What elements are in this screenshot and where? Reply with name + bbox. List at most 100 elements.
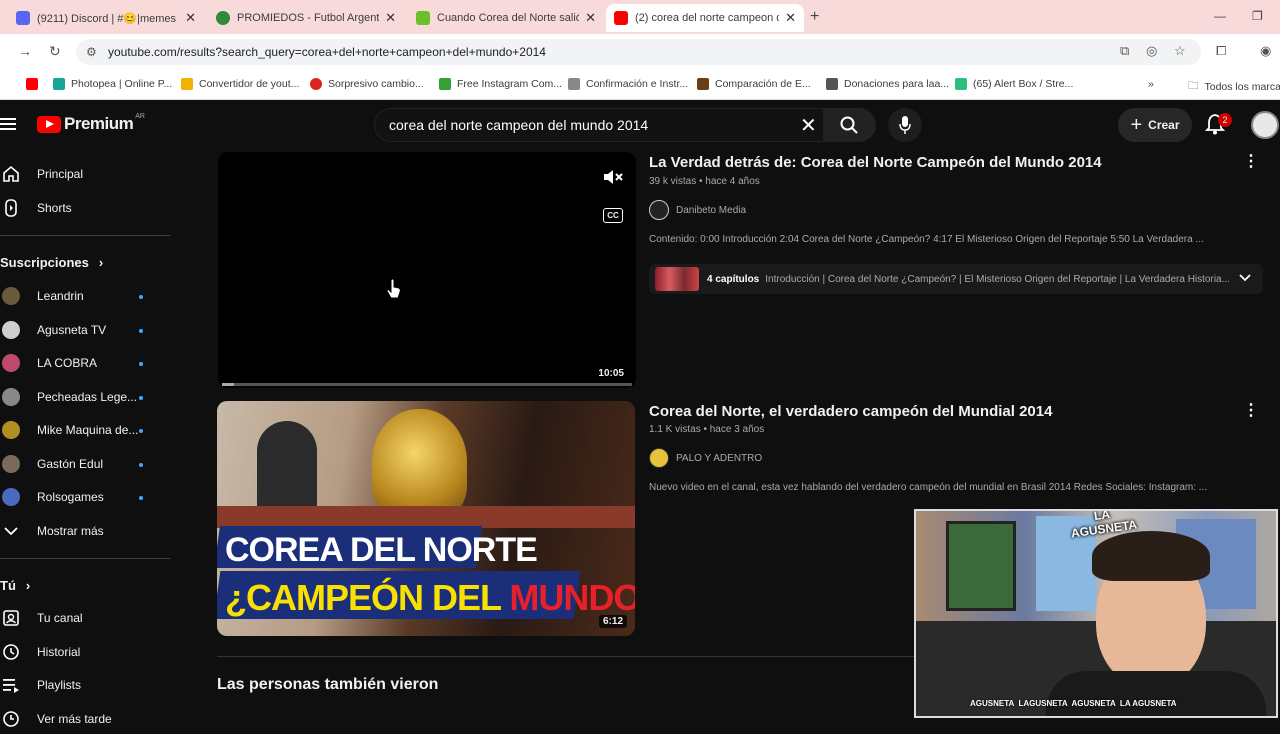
webcam-overlay: LA AGUSNETA AGUSNETA LAGUSNETA AGUSNETA …: [914, 509, 1278, 718]
sidebar-label: Principal: [37, 167, 83, 181]
reload-icon[interactable]: ↻: [49, 43, 61, 60]
clear-search-icon[interactable]: ✕: [800, 113, 817, 138]
video-description: Nuevo video en el canal, esta vez hablan…: [649, 482, 1209, 493]
new-content-dot: [139, 429, 143, 433]
sidebar-item-ver-mas-tarde[interactable]: Ver más tarde: [0, 704, 170, 734]
bookmark-convertidor[interactable]: Convertidor de yout...: [181, 78, 299, 90]
create-button[interactable]: + Crear: [1118, 108, 1192, 142]
sidebar-label: Historial: [37, 645, 80, 659]
channel-link[interactable]: PALO Y ADENTRO: [649, 448, 762, 468]
bookmark-label: Photopea | Online P...: [71, 78, 172, 90]
bookmark-label: (65) Alert Box / Stre...: [973, 78, 1073, 90]
you-label: Tú: [0, 578, 16, 593]
sidebar-sub-mike-maquina[interactable]: Mike Maquina de...: [0, 415, 170, 445]
bookmark-comparacion[interactable]: Comparación de E...: [697, 78, 811, 90]
video-description: Contenido: 0:00 Introducción 2:04 Corea …: [649, 234, 1209, 245]
channel-link[interactable]: Danibeto Media: [649, 200, 746, 220]
install-icon[interactable]: ⧉: [1120, 43, 1129, 59]
show-more-button[interactable]: Mostrar más: [0, 516, 170, 546]
youtube-logo[interactable]: Premium AR: [37, 114, 145, 134]
close-tab-icon[interactable]: ✕: [585, 10, 596, 26]
bookmark-youtube[interactable]: [26, 78, 44, 90]
minimize-icon[interactable]: —: [1214, 9, 1226, 23]
sidebar-sub-leandrin[interactable]: Leandrin: [0, 281, 170, 311]
browser-tab-promiedos[interactable]: PROMIEDOS - Futbol Argentina ✕: [208, 4, 404, 32]
bookmark-alertbox[interactable]: (65) Alert Box / Stre...: [955, 78, 1073, 90]
thumbnail-stripe: [217, 506, 635, 528]
cursor-hand-icon: [386, 279, 402, 299]
photopea-icon: [53, 78, 65, 90]
masthead: Premium AR corea del norte campeon del m…: [0, 101, 1280, 147]
tab-title: (2) corea del norte campeon de: [635, 12, 779, 24]
eye-off-icon[interactable]: ◎: [1146, 43, 1157, 59]
site-icon: [310, 78, 322, 90]
browser-tab-article[interactable]: Cuando Corea del Norte salió c ✕: [408, 4, 604, 32]
bookmark-confirmacion[interactable]: Confirmación e Instr...: [568, 78, 688, 90]
youtube-icon: [614, 11, 628, 25]
bookmark-instagram[interactable]: Free Instagram Com...: [439, 78, 562, 90]
browser-tab-strip: (9211) Discord | #😊|memes | ✕ PROMIEDOS …: [0, 0, 1280, 34]
search-input[interactable]: corea del norte campeon del mundo 2014: [374, 108, 824, 142]
sidebar-item-shorts[interactable]: Shorts: [0, 193, 170, 223]
sidebar-label: Tu canal: [37, 611, 83, 625]
search-button[interactable]: [824, 108, 876, 142]
profile-icon[interactable]: ◉: [1260, 43, 1271, 59]
browser-tab-youtube[interactable]: (2) corea del norte campeon de ✕: [606, 4, 804, 32]
account-avatar[interactable]: [1251, 111, 1279, 139]
menu-icon[interactable]: [0, 117, 16, 131]
bookmark-photopea[interactable]: Photopea | Online P...: [53, 78, 172, 90]
social-handles: AGUSNETA LAGUSNETA AGUSNETA LA AGUSNETA: [970, 699, 1177, 708]
voice-search-button[interactable]: [888, 108, 922, 142]
sidebar-label: Gastón Edul: [37, 457, 103, 471]
close-tab-icon[interactable]: ✕: [385, 10, 396, 26]
maximize-icon[interactable]: ❐: [1252, 9, 1263, 23]
sidebar-sub-gaston-edul[interactable]: Gastón Edul: [0, 449, 170, 479]
all-bookmarks-folder[interactable]: 🗀 Todos los marca: [1188, 78, 1280, 96]
video-title[interactable]: La Verdad detrás de: Corea del Norte Cam…: [649, 154, 1102, 171]
more-actions-icon[interactable]: ⋮: [1243, 151, 1259, 171]
home-icon: [0, 165, 22, 183]
thumbnail-text-yellow: ¿CAMPEÓN DEL: [225, 577, 509, 618]
sidebar-item-playlists[interactable]: Playlists: [0, 670, 170, 700]
section-divider: [217, 656, 917, 657]
captions-icon[interactable]: CC: [603, 208, 623, 223]
close-tab-icon[interactable]: ✕: [785, 10, 796, 26]
thumbnail-text-line1: COREA DEL NORTE: [225, 531, 537, 570]
sidebar-item-historial[interactable]: Historial: [0, 637, 170, 667]
sidebar-sub-agusneta-tv[interactable]: Agusneta TV: [0, 315, 170, 345]
new-tab-icon[interactable]: +: [810, 8, 819, 26]
chevron-down-icon[interactable]: [1239, 274, 1251, 285]
more-actions-icon[interactable]: ⋮: [1243, 400, 1259, 420]
tab-title: (9211) Discord | #😊|memes |: [37, 12, 179, 25]
sidebar-sub-rolsogames[interactable]: Rolsogames: [0, 482, 170, 512]
chapters-row[interactable]: 4 capítulos Introducción | Corea del Nor…: [649, 264, 1263, 294]
youtube-logo-icon: [37, 116, 61, 133]
sidebar-item-principal[interactable]: Principal: [0, 159, 170, 189]
bookmarks-bar: Photopea | Online P... Convertidor de yo…: [0, 70, 1280, 100]
sidebar-sub-pecheadas[interactable]: Pecheadas Lege...: [0, 382, 170, 412]
forward-icon[interactable]: →: [18, 43, 32, 59]
discord-icon: [16, 11, 30, 25]
close-tab-icon[interactable]: ✕: [185, 10, 196, 26]
sidebar-sub-la-cobra[interactable]: LA COBRA: [0, 348, 170, 378]
video-title[interactable]: Corea del Norte, el verdadero campeón de…: [649, 403, 1052, 420]
chevron-right-icon: ›: [26, 578, 30, 593]
subscriptions-heading[interactable]: Suscripciones ›: [0, 255, 103, 270]
promiedos-icon: [216, 11, 230, 25]
video-thumbnail[interactable]: COREA DEL NORTE ¿CAMPEÓN DEL MUNDO? 6:12: [217, 401, 635, 636]
extensions-icon[interactable]: ⧠: [1216, 43, 1226, 59]
channel-avatar-icon: [0, 321, 22, 339]
mute-icon[interactable]: [602, 167, 626, 187]
video-preview-player[interactable]: CC 10:05: [218, 152, 636, 388]
browser-tab-discord[interactable]: (9211) Discord | #😊|memes | ✕: [8, 4, 204, 32]
site-settings-icon[interactable]: ⚙: [86, 45, 97, 59]
bookmark-donaciones[interactable]: Donaciones para laa...: [826, 78, 949, 90]
bookmarks-overflow-icon[interactable]: »: [1148, 78, 1154, 90]
star-icon[interactable]: ☆: [1174, 43, 1186, 59]
you-heading[interactable]: Tú ›: [0, 578, 30, 593]
create-label: Crear: [1148, 118, 1179, 132]
sidebar-item-tu-canal[interactable]: Tu canal: [0, 603, 170, 633]
bookmark-sorpresivo[interactable]: Sorpresivo cambio...: [310, 78, 424, 90]
site-icon: [826, 78, 838, 90]
url-field[interactable]: ⚙ youtube.com/results?search_query=corea…: [76, 39, 1201, 65]
